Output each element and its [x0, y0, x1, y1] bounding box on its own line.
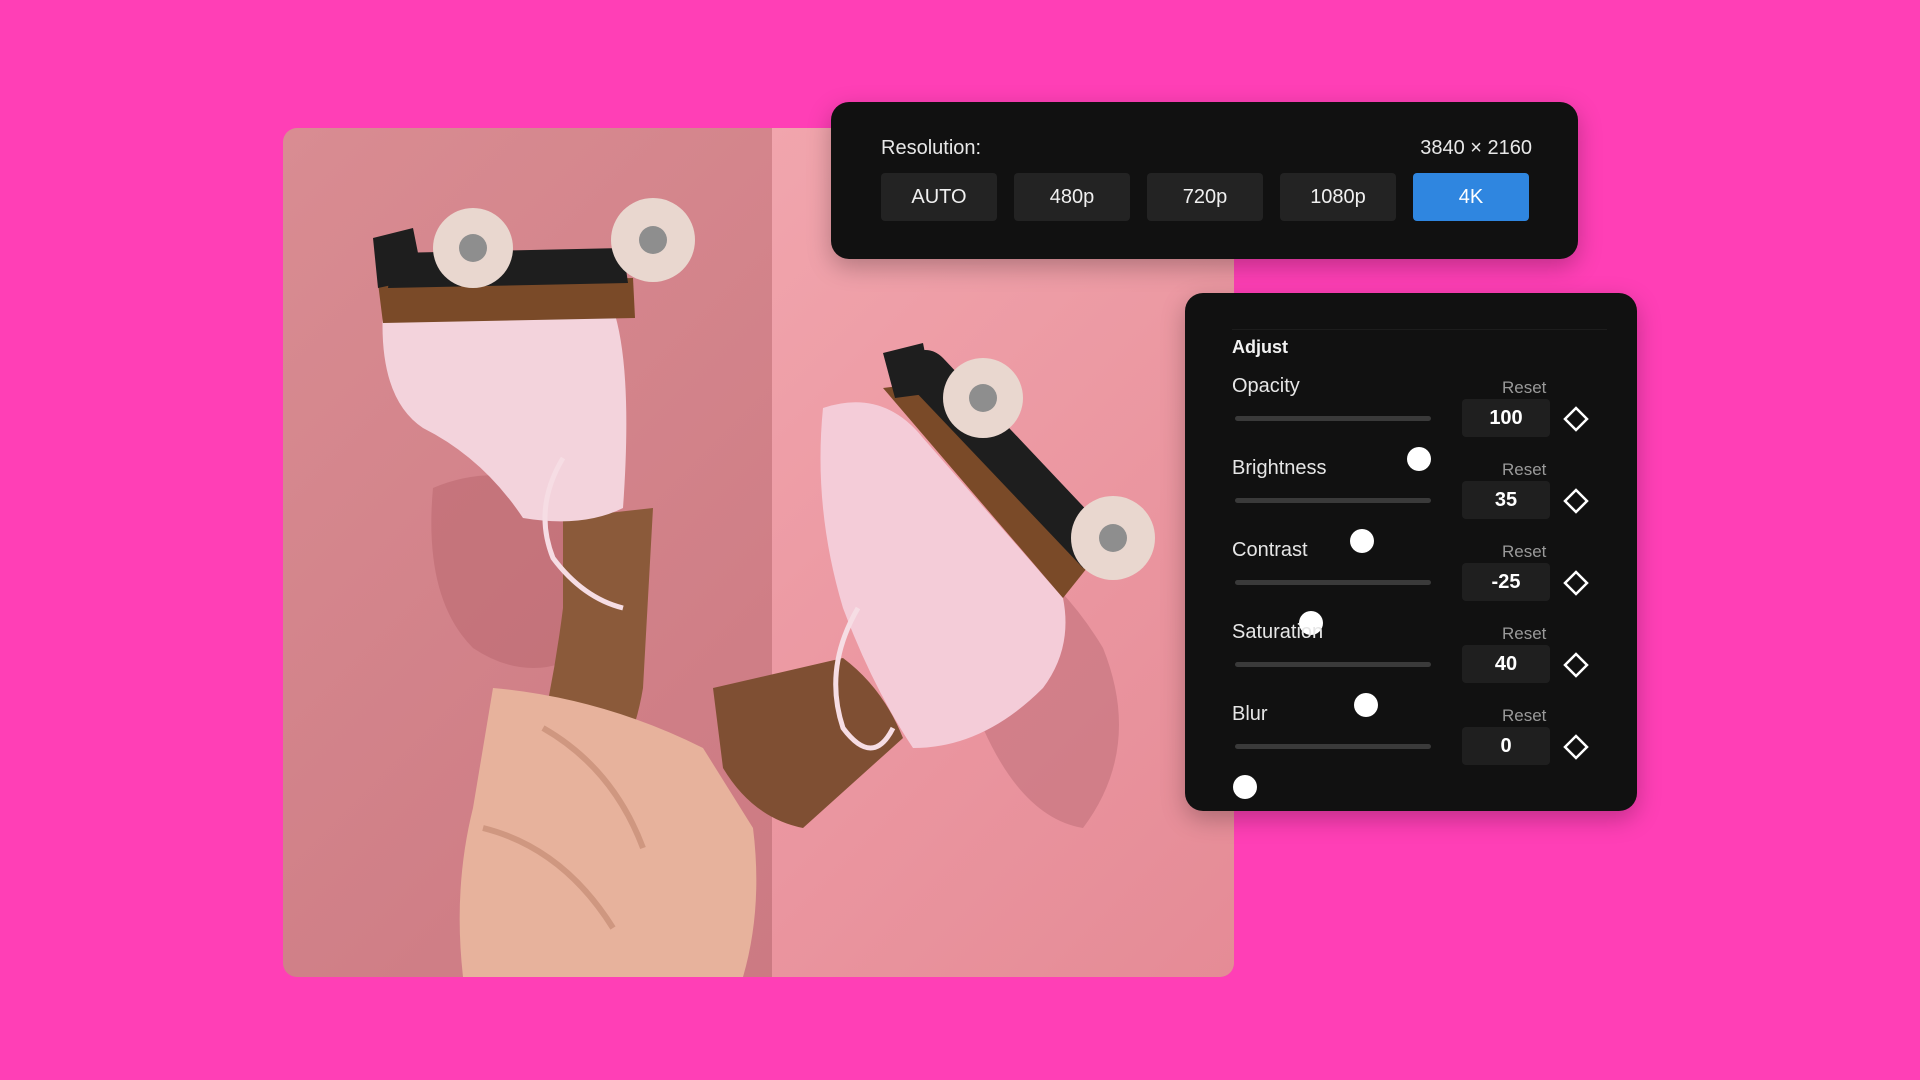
blur-control: Blur Reset 0 — [1232, 703, 1622, 799]
adjust-title: Adjust — [1232, 337, 1288, 357]
opacity-control: Opacity Reset 100 — [1232, 375, 1622, 471]
brightness-control: Brightness Reset 35 — [1232, 457, 1622, 553]
opacity-reset-button[interactable]: Reset — [1502, 378, 1546, 398]
brightness-reset-button[interactable]: Reset — [1502, 460, 1546, 480]
contrast-label: Contrast — [1232, 539, 1308, 561]
contrast-slider-track[interactable] — [1235, 580, 1431, 635]
resolution-1080p-button[interactable]: 1080p — [1280, 173, 1396, 221]
blur-label: Blur — [1232, 703, 1268, 725]
contrast-control: Contrast Reset -25 — [1232, 539, 1622, 635]
diamond-icon[interactable] — [1560, 731, 1592, 763]
blur-value-input[interactable]: 0 — [1462, 727, 1550, 765]
resolution-720p-button[interactable]: 720p — [1147, 173, 1263, 221]
contrast-reset-button[interactable]: Reset — [1502, 542, 1546, 562]
adjust-panel: Adjust Opacity Reset 100 Brightness Rese… — [1185, 293, 1637, 811]
saturation-value-input[interactable]: 40 — [1462, 645, 1550, 683]
brightness-value-input[interactable]: 35 — [1462, 481, 1550, 519]
opacity-value-input[interactable]: 100 — [1462, 399, 1550, 437]
brightness-label: Brightness — [1232, 457, 1327, 479]
resolution-panel: Resolution: 3840 × 2160 AUTO 480p 720p 1… — [831, 102, 1578, 259]
resolution-auto-button[interactable]: AUTO — [881, 173, 997, 221]
blur-slider-track[interactable] — [1232, 744, 1431, 799]
brightness-slider-track[interactable] — [1235, 498, 1431, 553]
blur-slider-thumb[interactable] — [1232, 775, 1257, 799]
diamond-icon[interactable] — [1560, 403, 1592, 435]
blur-reset-button[interactable]: Reset — [1502, 706, 1546, 726]
diamond-icon[interactable] — [1560, 567, 1592, 599]
saturation-label: Saturation — [1232, 621, 1324, 643]
opacity-slider-track[interactable] — [1235, 416, 1432, 471]
resolution-480p-button[interactable]: 480p — [1014, 173, 1130, 221]
resolution-value: 3840 × 2160 — [1420, 137, 1532, 159]
resolution-label: Resolution: — [881, 137, 982, 159]
diamond-icon[interactable] — [1560, 485, 1592, 517]
diamond-icon[interactable] — [1560, 649, 1592, 681]
adjust-divider — [1232, 329, 1607, 330]
opacity-label: Opacity — [1232, 375, 1300, 397]
saturation-reset-button[interactable]: Reset — [1502, 624, 1546, 644]
resolution-4k-button[interactable]: 4K — [1413, 173, 1529, 221]
resolution-options: AUTO 480p 720p 1080p 4K — [881, 173, 1529, 221]
contrast-value-input[interactable]: -25 — [1462, 563, 1550, 601]
saturation-control: Saturation Reset 40 — [1232, 621, 1622, 717]
saturation-slider-track[interactable] — [1235, 662, 1431, 717]
